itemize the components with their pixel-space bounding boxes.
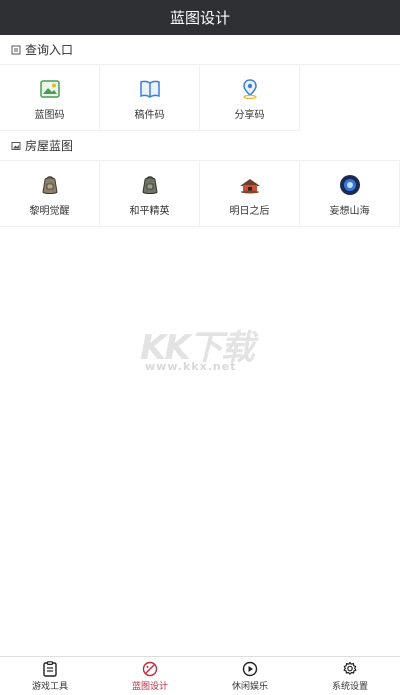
play-icon bbox=[242, 661, 258, 677]
query-item-blueprint-code[interactable]: 蓝图码 bbox=[0, 65, 100, 131]
house-item-peace-elite[interactable]: 和平精英 bbox=[100, 161, 200, 227]
section-house-title: 房屋蓝图 bbox=[0, 131, 400, 161]
location-pin-icon bbox=[239, 78, 261, 100]
backpack-icon bbox=[139, 174, 161, 196]
query-item-share-code[interactable]: 分享码 bbox=[200, 65, 300, 131]
query-empty-cell bbox=[300, 65, 400, 131]
watermark-logo: KK下载 www.kkx.net bbox=[140, 320, 265, 380]
orb-icon bbox=[339, 174, 361, 196]
query-item-draft-code[interactable]: 稿件码 bbox=[100, 65, 200, 131]
tab-game-tools[interactable]: 游戏工具 bbox=[0, 657, 100, 695]
clipboard-icon bbox=[42, 660, 58, 677]
tab-blueprint-design[interactable]: 蓝图设计 bbox=[100, 657, 200, 695]
backpack-icon bbox=[39, 174, 61, 196]
gear-icon bbox=[342, 661, 358, 677]
list-icon bbox=[11, 45, 21, 55]
house-item-tomorrow[interactable]: 明日之后 bbox=[200, 161, 300, 227]
page-title: 蓝图设计 bbox=[169, 9, 230, 27]
app-header: 蓝图设计 bbox=[0, 0, 400, 35]
tab-settings[interactable]: 系统设置 bbox=[300, 657, 400, 695]
house-icon bbox=[239, 174, 261, 196]
bottom-tab-bar: 游戏工具 蓝图设计 休闲娱乐 系统设置 bbox=[0, 656, 400, 695]
book-icon bbox=[139, 78, 161, 100]
query-grid: 蓝图码 稿件码 分享码 bbox=[0, 65, 400, 131]
section-query-title: 查询入口 bbox=[0, 35, 400, 65]
palette-icon bbox=[142, 661, 158, 677]
house-item-fantasy-sea[interactable]: 妄想山海 bbox=[300, 161, 400, 227]
watermark-url: www.kkx.net bbox=[145, 360, 237, 373]
image-icon bbox=[39, 78, 61, 100]
picture-icon bbox=[11, 141, 21, 151]
tab-leisure[interactable]: 休闲娱乐 bbox=[200, 657, 300, 695]
house-grid: 黎明觉醒 和平精英 明日之后 妄想山海 bbox=[0, 161, 400, 227]
house-item-dawn-awaken[interactable]: 黎明觉醒 bbox=[0, 161, 100, 227]
